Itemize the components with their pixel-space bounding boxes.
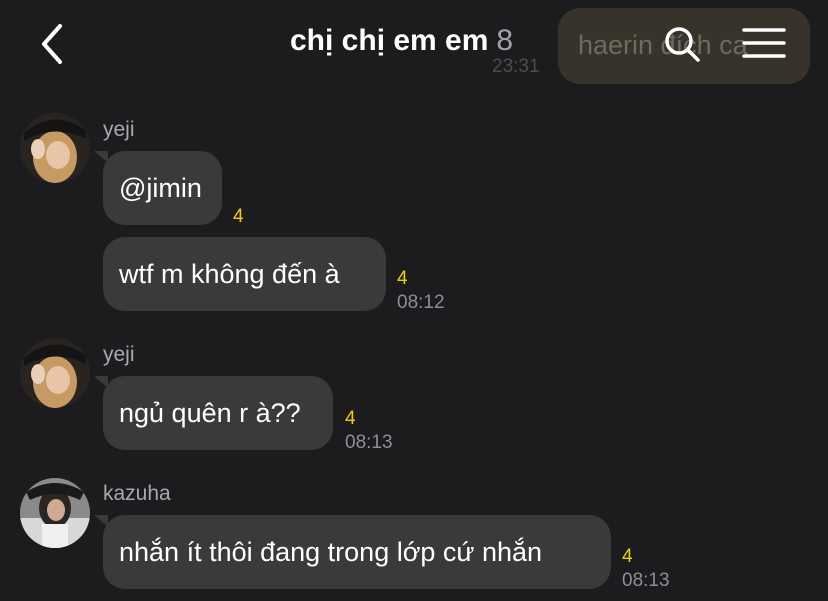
sender-name: kazuha <box>103 482 171 505</box>
avatar-kazuha[interactable] <box>20 478 90 548</box>
message-bubble[interactable]: @jimin <box>94 151 222 225</box>
avatar-yeji[interactable] <box>20 338 90 408</box>
message-text: wtf m không đến à <box>119 258 340 289</box>
sender-name: yeji <box>103 343 135 366</box>
background-message-time: 23:31 <box>492 56 540 77</box>
message-bubble[interactable]: nhắn ít thôi đang trong lớp cứ nhắn <box>94 515 611 589</box>
avatar-kazuha-image <box>20 478 90 548</box>
avatar-yeji[interactable] <box>20 113 90 183</box>
message-text: nhắn ít thôi đang trong lớp cứ nhắn <box>119 536 543 567</box>
hamburger-menu-icon <box>742 28 786 58</box>
unread-count: 4 <box>622 546 633 567</box>
avatar-yeji-image <box>20 338 90 408</box>
search-button[interactable] <box>662 24 702 64</box>
message-bubble[interactable]: ngủ quên r à?? <box>94 376 333 450</box>
message-bubble[interactable]: wtf m không đến à <box>103 237 386 311</box>
back-button[interactable] <box>36 22 72 66</box>
unread-count: 4 <box>397 268 408 289</box>
message-time: 08:12 <box>397 292 445 313</box>
message-text: ngủ quên r à?? <box>119 397 301 428</box>
message-time: 08:13 <box>622 570 670 591</box>
chevron-left-icon <box>42 24 62 64</box>
menu-button[interactable] <box>742 26 786 60</box>
bubble-tail <box>94 515 108 527</box>
message-time: 08:13 <box>345 432 393 453</box>
sender-name: yeji <box>103 118 135 141</box>
chat-title: chị chị em em 8 <box>290 24 513 58</box>
bubble-tail <box>94 376 108 388</box>
bubble-tail <box>94 151 108 163</box>
unread-count: 4 <box>233 206 244 227</box>
avatar-yeji-image <box>20 113 90 183</box>
unread-count: 4 <box>345 408 356 429</box>
message-text: @jimin <box>119 172 202 203</box>
chat-header: haerin đích ca 23:31 chị chị em em 8 <box>0 0 828 90</box>
search-icon <box>665 27 700 62</box>
member-count: 8 <box>496 24 514 57</box>
chat-title-text: chị chị em em <box>290 24 489 57</box>
